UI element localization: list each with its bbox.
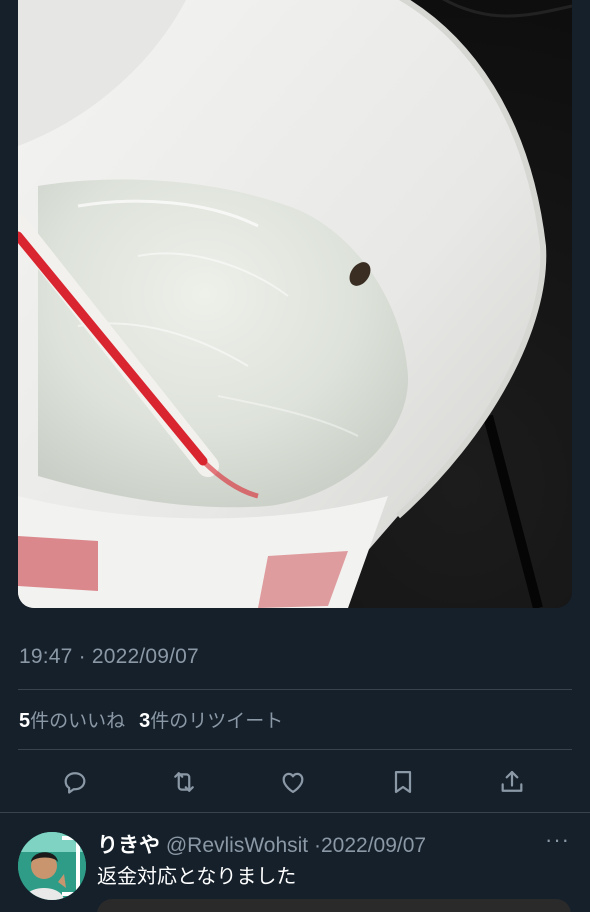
retweets-label: 件のリツイート [150,711,284,732]
likes-label: 件のいいね [30,711,126,732]
reply-header: りきや @RevlisWohsit ·2022/09/07 [97,829,426,859]
tweet-timestamp[interactable]: 19:47 · 2022/09/07 [19,645,199,669]
share-icon [501,770,523,792]
reply-icon [64,772,86,794]
reply-display-name[interactable]: りきや [97,834,160,857]
retweets-count: 3 [139,710,151,732]
bookmark-icon [394,770,412,794]
divider [18,749,572,750]
tweet-stats: 5件のいいね 3件のリツイート [19,706,283,733]
reply-media-preview[interactable] [97,899,571,912]
bookmark-button[interactable] [381,760,425,804]
retweets-stat[interactable]: 3件のリツイート [139,706,283,733]
tweet-actions [0,760,590,806]
avatar-image [18,832,86,900]
share-button[interactable] [490,760,534,804]
like-icon [282,772,304,794]
likes-stat[interactable]: 5件のいいね [19,706,125,733]
like-button[interactable] [271,760,315,804]
reply-text: 返金対応となりました [97,866,297,888]
reply-button[interactable] [53,760,97,804]
retweet-button[interactable] [162,760,206,804]
reply-handle[interactable]: @RevlisWohsit [166,834,308,857]
reply-date[interactable]: 2022/09/07 [321,834,426,857]
more-icon[interactable]: ··· [545,827,570,853]
avatar[interactable] [18,832,86,900]
tweet-photo[interactable] [18,0,572,608]
divider [18,689,572,690]
photo-illustration [18,0,572,608]
reply-tweet[interactable]: りきや @RevlisWohsit ·2022/09/07 ··· 返金対応とな… [0,813,590,912]
reply-separator: · [313,834,321,857]
likes-count: 5 [19,710,31,732]
retweet-icon [174,772,194,792]
